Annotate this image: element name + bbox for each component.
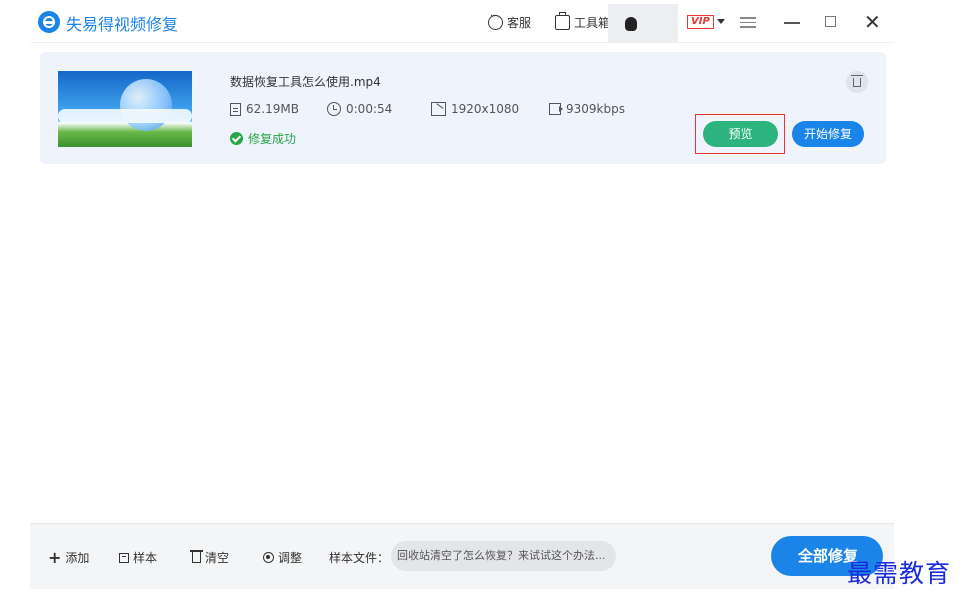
- plus-icon: +: [48, 547, 62, 567]
- delete-button[interactable]: [846, 71, 868, 93]
- menu-icon[interactable]: [740, 17, 756, 28]
- app-title: 失易得视频修复: [66, 15, 179, 34]
- add-button[interactable]: + 添加: [48, 549, 89, 566]
- adjust-button[interactable]: 调整: [263, 549, 302, 566]
- file-size-value: 62.19MB: [246, 102, 299, 116]
- file-name: 数据恢复工具怎么使用.mp4: [230, 75, 381, 89]
- minimize-icon[interactable]: [784, 22, 800, 24]
- file-size: 62.19MB: [230, 102, 299, 116]
- add-label: 添加: [65, 551, 90, 565]
- watermark-text: 最需教育: [847, 559, 952, 588]
- check-circle-icon: [230, 132, 243, 145]
- app-logo-icon: [38, 11, 60, 33]
- vip-badge[interactable]: VIP: [687, 15, 714, 29]
- video-thumbnail: [58, 71, 192, 147]
- file-resolution-value: 1920x1080: [451, 102, 520, 116]
- sample-icon: [119, 552, 129, 563]
- app-window: 失易得视频修复 客服 工具箱 VIP ✕ 数据恢复工具怎么使用.mp4 62.1…: [30, 0, 894, 589]
- adjust-label: 调整: [278, 551, 303, 565]
- maximize-icon[interactable]: [825, 16, 836, 27]
- qq-penguin-icon: [625, 17, 637, 31]
- sample-button[interactable]: 样本: [119, 549, 157, 566]
- clock-icon: [327, 102, 341, 116]
- title-bar: 失易得视频修复 客服 工具箱 VIP ✕: [30, 0, 894, 43]
- file-resolution: 1920x1080: [431, 102, 519, 116]
- customer-service-button[interactable]: 客服: [488, 11, 532, 31]
- sample-file-label: 样本文件：: [329, 551, 390, 565]
- repair-status: 修复成功: [230, 130, 296, 147]
- vip-dropdown-caret-icon[interactable]: [717, 19, 725, 24]
- bottom-toolbar: + 添加 样本 清空 调整 样本文件： 回收站清空了怎么恢复？来试试这个办法..…: [30, 523, 894, 589]
- sample-label: 样本: [133, 551, 158, 565]
- customer-service-label: 客服: [507, 16, 532, 30]
- preview-button[interactable]: 预览: [703, 121, 778, 147]
- chat-icon: [488, 11, 503, 30]
- trash-icon: [851, 74, 863, 87]
- toolbox-label: 工具箱: [574, 16, 611, 30]
- file-duration: 0:00:54: [327, 102, 392, 116]
- clear-label: 清空: [205, 551, 230, 565]
- toolbox-icon: [555, 12, 570, 30]
- resolution-icon: [431, 102, 446, 116]
- file-bitrate: 9309kbps: [549, 102, 625, 116]
- qq-button[interactable]: [608, 4, 678, 42]
- file-bitrate-value: 9309kbps: [566, 102, 625, 116]
- clear-button[interactable]: 清空: [190, 549, 230, 566]
- document-icon: [230, 102, 241, 116]
- repair-status-label: 修复成功: [248, 132, 297, 146]
- file-card: 数据恢复工具怎么使用.mp4 62.19MB 0:00:54 1920x1080…: [40, 52, 886, 164]
- sample-file-field[interactable]: 回收站清空了怎么恢复？来试试这个办法...: [391, 541, 616, 571]
- adjust-icon: [263, 552, 274, 563]
- close-icon[interactable]: ✕: [864, 10, 881, 34]
- video-camera-icon: [549, 103, 563, 115]
- clear-icon: [190, 550, 203, 563]
- toolbox-button[interactable]: 工具箱: [555, 12, 611, 31]
- start-repair-button[interactable]: 开始修复: [792, 121, 864, 147]
- file-duration-value: 0:00:54: [346, 102, 393, 116]
